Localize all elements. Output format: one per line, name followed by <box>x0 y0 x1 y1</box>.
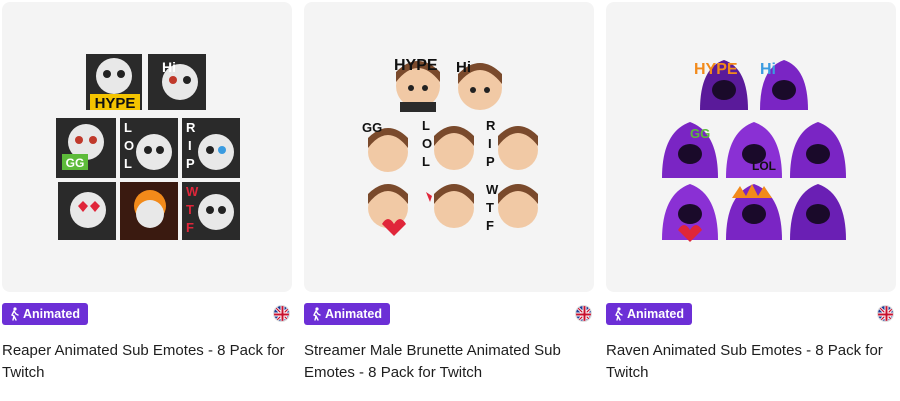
product-card-reaper[interactable]: HYPE Hi GG L O L R I P W T F Animated Re… <box>2 2 292 401</box>
badge-label: Animated <box>23 307 80 321</box>
product-title[interactable]: Raven Animated Sub Emotes - 8 Pack for T… <box>606 340 896 384</box>
animated-badge: Animated <box>2 303 88 325</box>
badge-label: Animated <box>627 307 684 321</box>
badge-label: Animated <box>325 307 382 321</box>
emote-hype-text: HYPE <box>694 61 738 78</box>
emote-rip-i: I <box>488 136 492 151</box>
emote-lol-o: O <box>124 138 134 153</box>
emote-lol-l2: L <box>124 156 132 171</box>
emote-lol-l1: L <box>422 118 430 133</box>
emote-hype-text: HYPE <box>95 95 136 112</box>
emote-hi-text: Hi <box>760 61 776 78</box>
emote-wtf-t: T <box>186 202 194 217</box>
product-title[interactable]: Reaper Animated Sub Emotes - 8 Pack for … <box>2 340 292 384</box>
product-card-streamer[interactable]: HYPE Hi GG L O L R I P W T F Animated St… <box>304 2 594 401</box>
emote-rip-r: R <box>486 118 496 133</box>
product-card-raven[interactable]: HYPE Hi GG LOL Animated Raven Animated S… <box>606 2 896 401</box>
uk-flag-icon <box>575 305 592 322</box>
emote-wtf-f: F <box>186 220 194 235</box>
animated-badge: Animated <box>606 303 692 325</box>
raven-emote-grid: HYPE Hi GG LOL <box>662 60 846 242</box>
emote-gg-text: GG <box>362 120 382 135</box>
emote-gg-text: GG <box>690 126 710 141</box>
product-title[interactable]: Streamer Male Brunette Animated Sub Emot… <box>304 340 594 384</box>
emote-lol-o: O <box>422 136 432 151</box>
product-thumbnail[interactable]: HYPE Hi GG L O L R I P W T F <box>2 2 292 292</box>
walking-person-icon <box>313 307 321 321</box>
emote-rip-p: P <box>186 156 195 171</box>
streamer-emote-grid: HYPE Hi GG L O L R I P W T F <box>362 57 538 236</box>
uk-flag-icon <box>273 305 290 322</box>
emote-wtf-w: W <box>486 182 499 197</box>
emote-rip-i: I <box>188 138 192 153</box>
walking-person-icon <box>615 307 623 321</box>
reaper-emote-grid: HYPE Hi GG L O L R I P W T F <box>56 54 240 240</box>
emote-rip-p: P <box>486 154 495 169</box>
emote-wtf-t: T <box>486 200 494 215</box>
product-thumbnail[interactable]: HYPE Hi GG LOL <box>606 2 896 292</box>
emote-gg-text: GG <box>66 156 85 170</box>
walking-person-icon <box>11 307 19 321</box>
emote-rip-r: R <box>186 120 196 135</box>
emote-lol-l2: L <box>422 154 430 169</box>
animated-badge: Animated <box>304 303 390 325</box>
emote-hi-text: Hi <box>456 59 471 76</box>
emote-hype-text: HYPE <box>394 57 438 74</box>
emote-hi-text: Hi <box>162 59 176 75</box>
uk-flag-icon <box>877 305 894 322</box>
emote-lol-text: LOL <box>752 159 776 173</box>
product-thumbnail[interactable]: HYPE Hi GG L O L R I P W T F <box>304 2 594 292</box>
emote-wtf-f: F <box>486 218 494 233</box>
emote-lol-l1: L <box>124 120 132 135</box>
emote-wtf-w: W <box>186 184 199 199</box>
